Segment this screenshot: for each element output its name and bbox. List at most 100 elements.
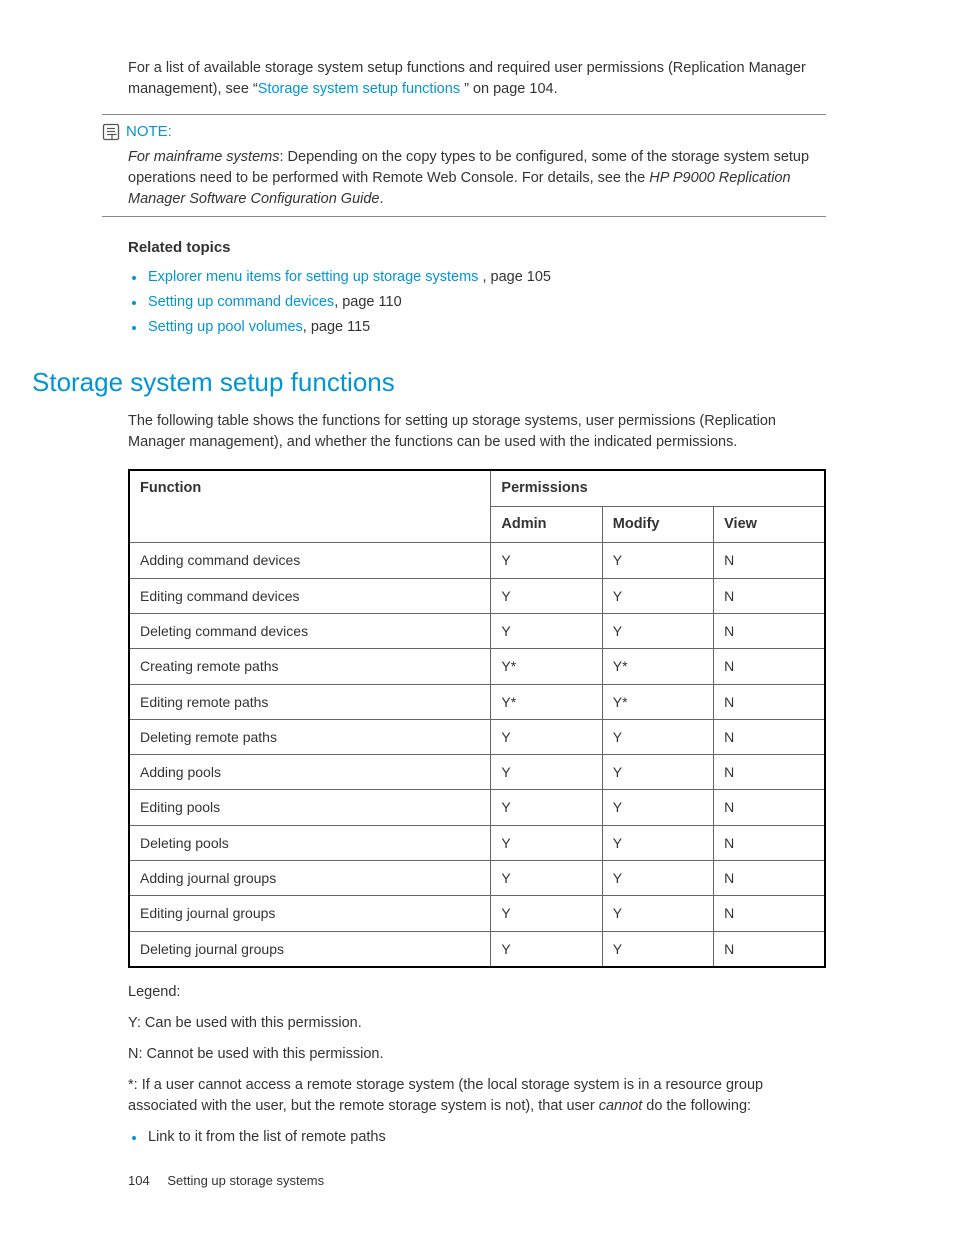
cell-view: N [714,684,825,719]
th-permissions: Permissions [491,470,825,507]
related-item: Setting up pool volumes, page 115 [146,317,826,338]
cell-admin: Y [491,896,602,931]
legend-y: Y: Can be used with this permission. [128,1013,826,1034]
cell-function: Adding command devices [129,543,491,578]
cell-modify: Y [602,931,713,967]
cell-modify: Y [602,790,713,825]
cell-modify: Y [602,578,713,613]
related-link[interactable]: Setting up pool volumes [148,319,303,335]
section-paragraph: The following table shows the functions … [128,411,826,453]
th-view: View [714,507,825,543]
cell-function: Editing pools [129,790,491,825]
table-row: Adding command devicesYYN [129,543,825,578]
cell-modify: Y [602,825,713,860]
cell-view: N [714,613,825,648]
related-item: Explorer menu items for setting up stora… [146,267,826,288]
legend-star-em: cannot [599,1098,643,1114]
table-row: Deleting command devicesYYN [129,613,825,648]
intro-link[interactable]: Storage system setup functions [258,81,464,97]
cell-function: Deleting remote paths [129,719,491,754]
cell-view: N [714,896,825,931]
cell-function: Creating remote paths [129,649,491,684]
th-admin: Admin [491,507,602,543]
cell-admin: Y [491,578,602,613]
cell-admin: Y* [491,684,602,719]
intro-paragraph: For a list of available storage system s… [128,58,826,100]
table-row: Editing command devicesYYN [129,578,825,613]
related-tail: , page 110 [334,294,401,310]
cell-modify: Y [602,613,713,648]
cell-view: N [714,931,825,967]
cell-modify: Y [602,861,713,896]
table-row: Adding journal groupsYYN [129,861,825,896]
cell-admin: Y [491,931,602,967]
cell-view: N [714,861,825,896]
legend-title: Legend: [128,982,826,1003]
note-body-after: . [379,191,383,207]
cell-view: N [714,825,825,860]
related-tail: , page 105 [482,269,551,285]
cell-modify: Y* [602,649,713,684]
related-link[interactable]: Setting up command devices [148,294,334,310]
table-row: Editing remote pathsY*Y*N [129,684,825,719]
cell-function: Deleting journal groups [129,931,491,967]
legend-bullets: Link to it from the list of remote paths [128,1127,826,1148]
table-row: Creating remote pathsY*Y*N [129,649,825,684]
note-label: NOTE: [126,121,172,143]
legend-star: *: If a user cannot access a remote stor… [128,1075,826,1117]
cell-admin: Y [491,861,602,896]
cell-modify: Y [602,755,713,790]
cell-view: N [714,790,825,825]
table-row: Deleting remote pathsYYN [129,719,825,754]
related-link[interactable]: Explorer menu items for setting up stora… [148,269,482,285]
cell-function: Deleting command devices [129,613,491,648]
table-row: Deleting journal groupsYYN [129,931,825,967]
cell-modify: Y [602,543,713,578]
page-number: 104 [128,1172,150,1191]
cell-modify: Y [602,719,713,754]
table-row: Deleting poolsYYN [129,825,825,860]
cell-function: Adding journal groups [129,861,491,896]
cell-function: Editing command devices [129,578,491,613]
cell-admin: Y [491,543,602,578]
cell-function: Editing remote paths [129,684,491,719]
cell-admin: Y [491,613,602,648]
note-rule-top [102,114,826,115]
note-heading: NOTE: [102,121,826,143]
cell-modify: Y [602,896,713,931]
cell-admin: Y* [491,649,602,684]
note-icon [102,123,120,141]
intro-text-suffix: ” on page 104. [464,81,558,97]
related-tail: , page 115 [303,319,370,335]
related-topics-list: Explorer menu items for setting up stora… [128,267,826,338]
footer-title: Setting up storage systems [167,1173,324,1188]
th-function: Function [129,470,491,543]
legend-star-post: do the following: [642,1098,751,1114]
note-body: For mainframe systems: Depending on the … [128,147,826,210]
table-row: Editing journal groupsYYN [129,896,825,931]
cell-function: Adding pools [129,755,491,790]
cell-modify: Y* [602,684,713,719]
note-rule-bottom [102,216,826,217]
section-title: Storage system setup functions [32,364,826,402]
th-modify: Modify [602,507,713,543]
cell-admin: Y [491,825,602,860]
cell-admin: Y [491,719,602,754]
cell-view: N [714,578,825,613]
cell-function: Deleting pools [129,825,491,860]
cell-view: N [714,755,825,790]
legend-block: Legend: Y: Can be used with this permiss… [128,982,826,1148]
note-block: NOTE: For mainframe systems: Depending o… [128,114,826,217]
related-topics-heading: Related topics [128,237,826,259]
table-row: Adding poolsYYN [129,755,825,790]
related-item: Setting up command devices, page 110 [146,292,826,313]
cell-function: Editing journal groups [129,896,491,931]
cell-view: N [714,719,825,754]
document-page: For a list of available storage system s… [0,0,954,1235]
cell-admin: Y [491,790,602,825]
legend-n: N: Cannot be used with this permission. [128,1044,826,1065]
note-lead: For mainframe systems [128,149,279,165]
page-footer: 104 Setting up storage systems [128,1172,324,1191]
cell-view: N [714,543,825,578]
legend-bullet-item: Link to it from the list of remote paths [146,1127,826,1148]
